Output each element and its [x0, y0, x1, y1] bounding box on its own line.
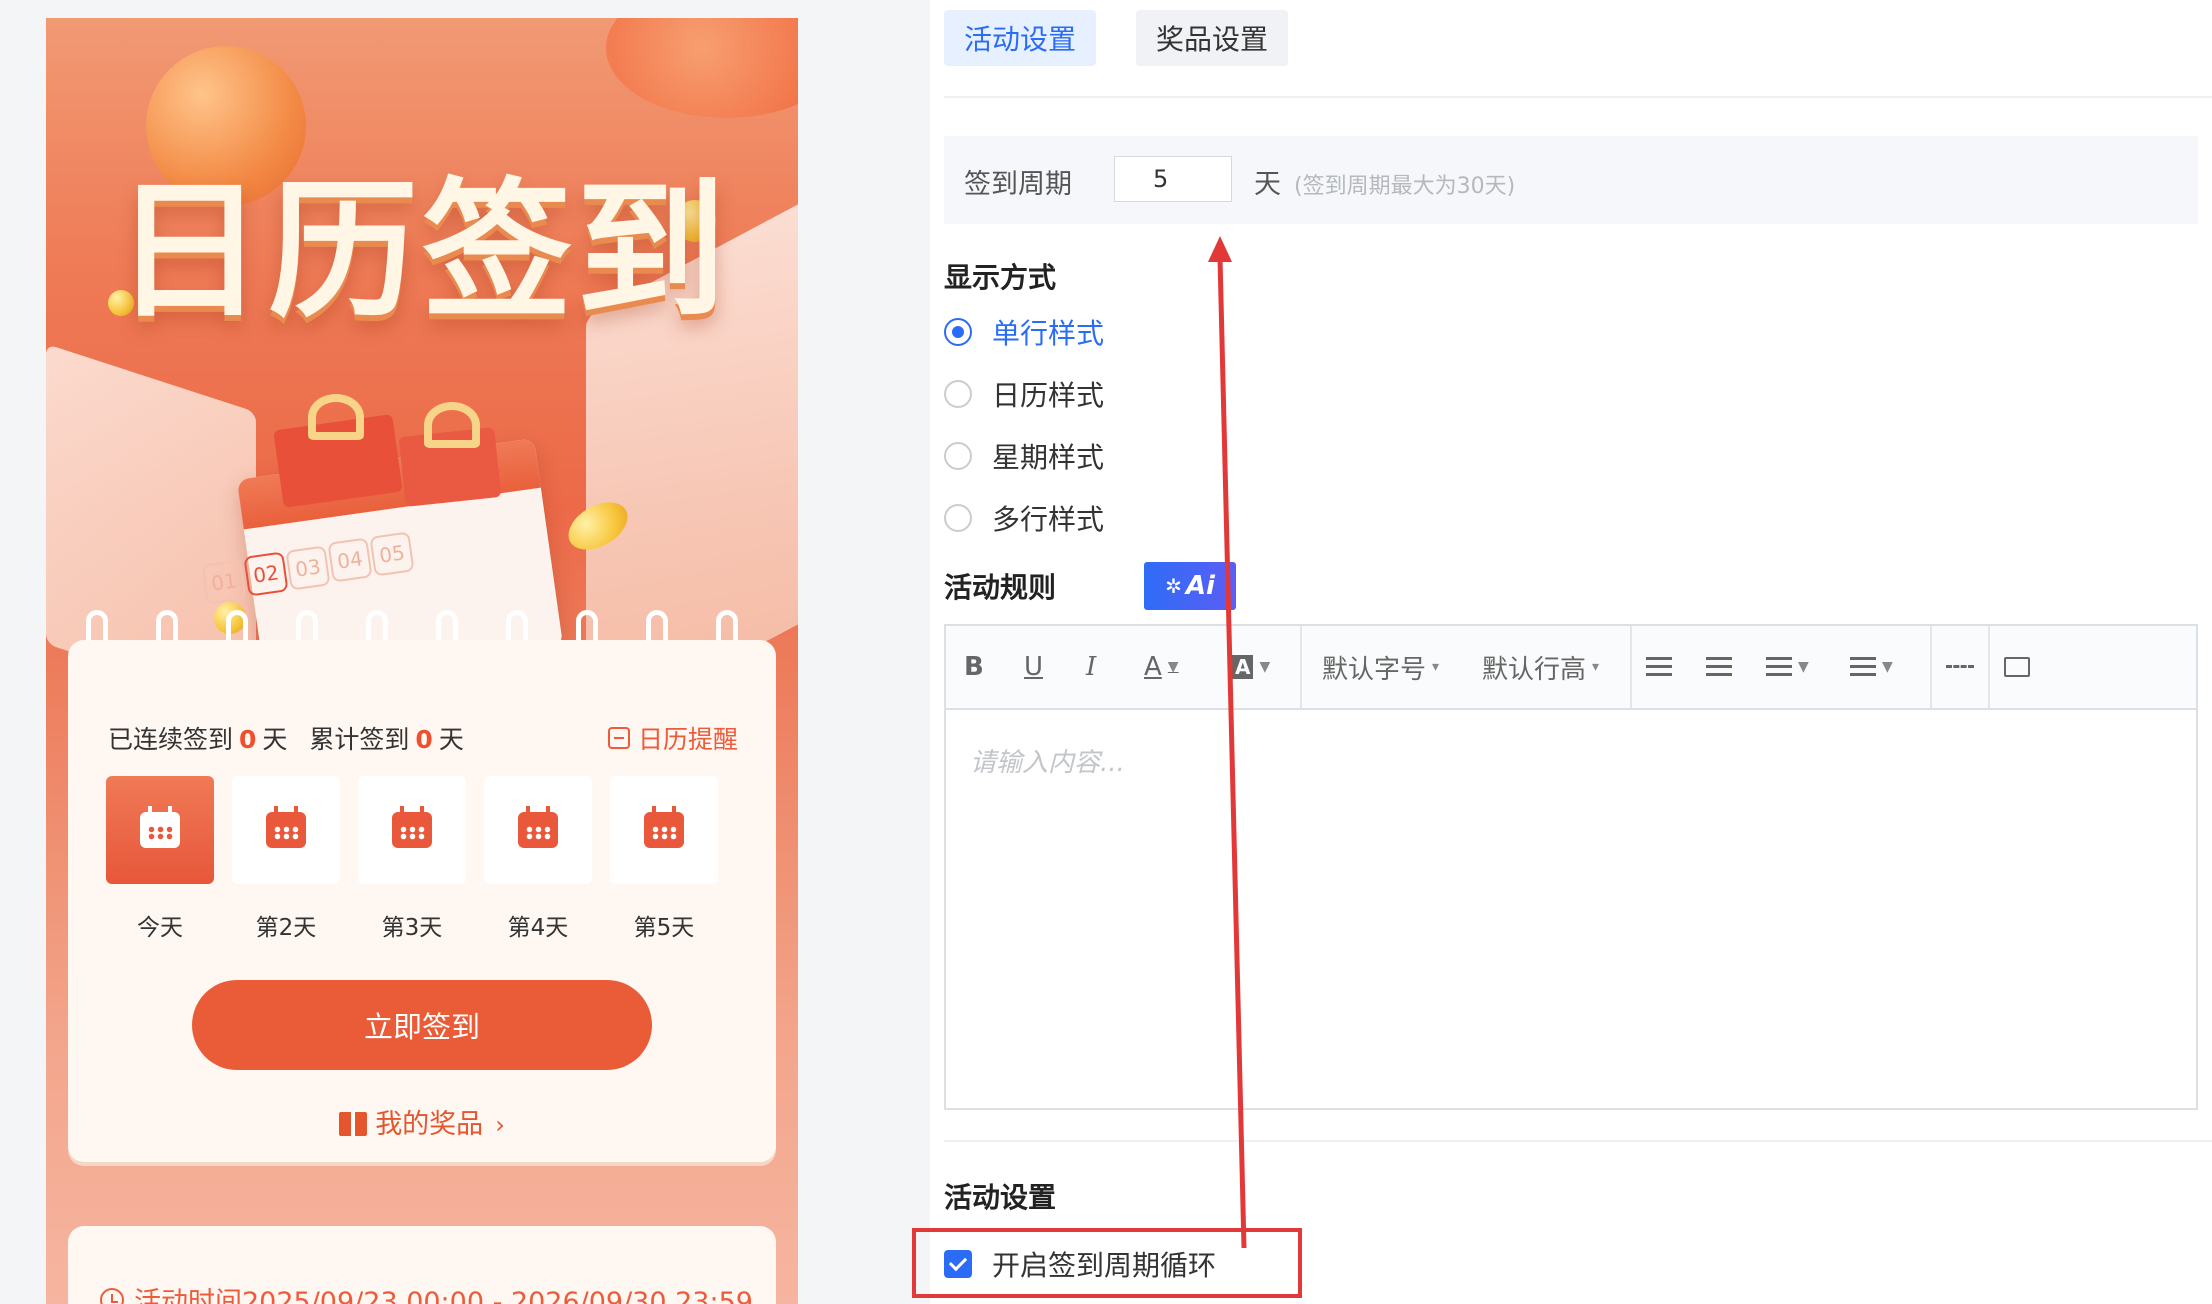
annotation-arrow-line — [1217, 257, 1247, 1249]
annotation-arrow-head — [1208, 236, 1232, 262]
annotation-arrow — [1208, 236, 1247, 1249]
